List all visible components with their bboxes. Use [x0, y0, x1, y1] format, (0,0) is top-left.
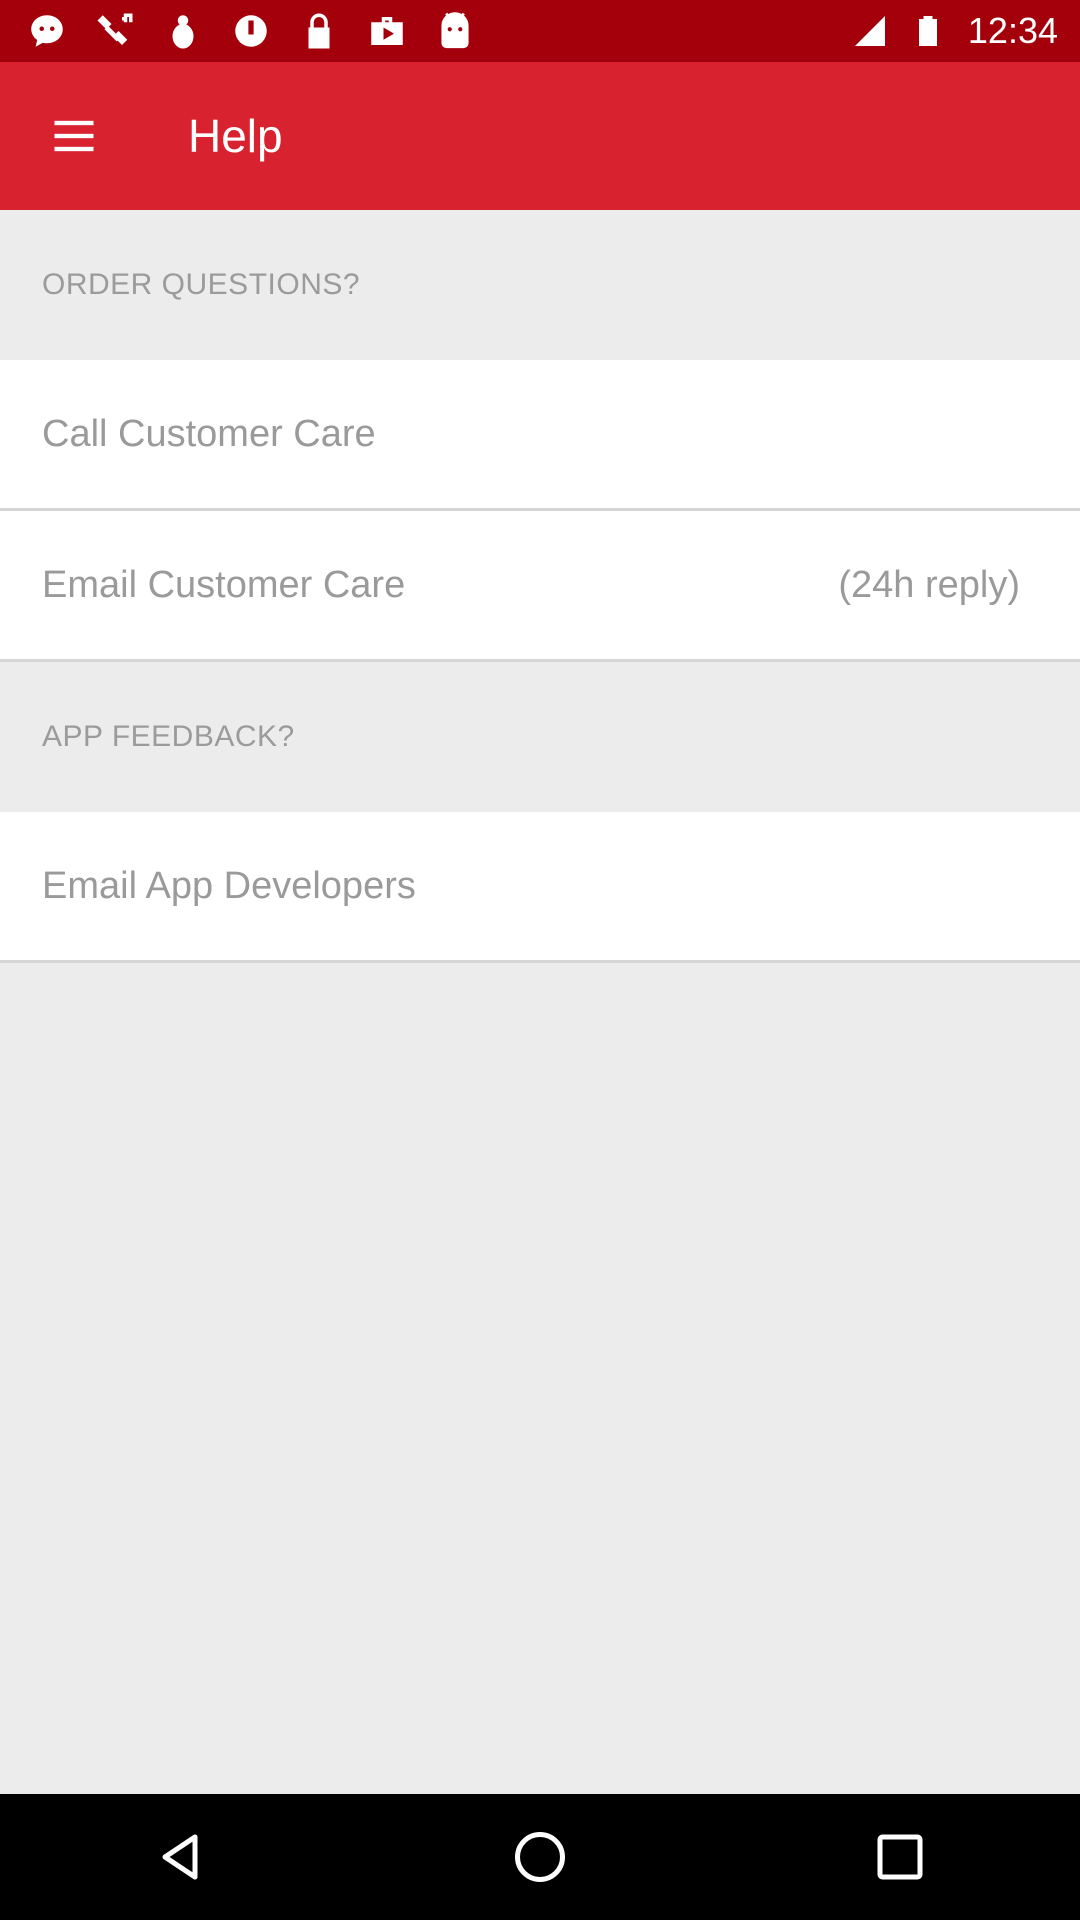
home-circle-icon[interactable] [510, 1827, 570, 1887]
menu-button[interactable] [0, 62, 148, 210]
email-customer-care-label: Email Customer Care [42, 563, 406, 606]
sync-icon [235, 15, 267, 47]
recents-square-icon[interactable] [870, 1827, 930, 1887]
satellite-icon [97, 13, 133, 45]
reply-time-note: (24h reply) [838, 563, 1020, 606]
help-content: ORDER QUESTIONS? Call Customer Care Emai… [0, 210, 1080, 963]
notification-icon [31, 15, 63, 47]
call-customer-care-label: Call Customer Care [42, 412, 376, 455]
back-triangle-icon[interactable] [150, 1827, 210, 1887]
section-header-order-questions: ORDER QUESTIONS? [0, 210, 1080, 360]
call-customer-care-item[interactable]: Call Customer Care [0, 360, 1080, 511]
app-bar: Help [0, 62, 1080, 210]
email-app-developers-label: Email App Developers [42, 864, 416, 907]
signal-icon [854, 16, 885, 46]
clock: 12:34 [967, 10, 1058, 51]
battery-icon [918, 16, 937, 46]
email-app-developers-item[interactable]: Email App Developers [0, 812, 1080, 963]
status-bar: 12:34 [0, 0, 1080, 62]
page-title: Help [188, 110, 283, 162]
section-header-app-feedback: APP FEEDBACK? [0, 662, 1080, 812]
lock-icon [308, 13, 330, 49]
bug-icon [172, 15, 194, 49]
status-right: 12:34 [852, 10, 1058, 52]
navigation-bar [0, 1794, 1080, 1920]
hamburger-menu-icon [54, 120, 94, 152]
status-icons [26, 10, 476, 52]
bag-icon [371, 17, 403, 45]
android-icon [441, 12, 469, 49]
email-customer-care-item[interactable]: Email Customer Care (24h reply) [0, 511, 1080, 662]
